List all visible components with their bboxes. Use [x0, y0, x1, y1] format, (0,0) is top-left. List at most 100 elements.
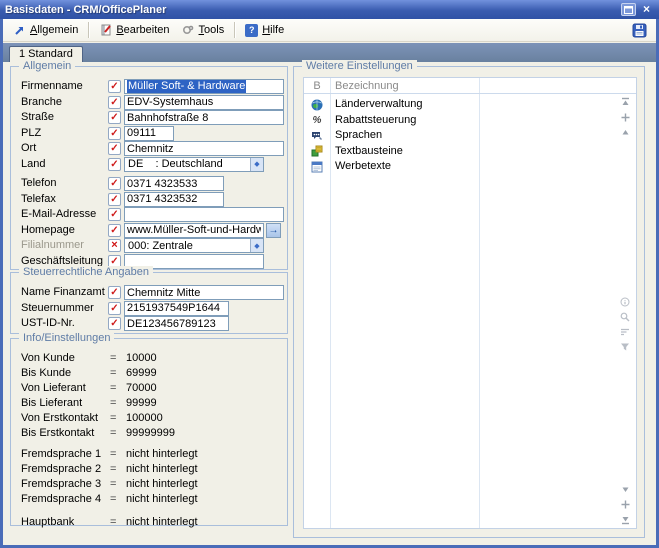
scroll-up-icon[interactable] [619, 126, 631, 138]
edit-check-icon[interactable]: ✓ [108, 286, 121, 299]
column-header-b[interactable]: B [304, 78, 330, 94]
text-blocks-icon [310, 145, 324, 158]
edit-check-icon[interactable]: ✓ [108, 158, 121, 171]
scroll-down-icon[interactable] [619, 483, 631, 495]
column-header-bezeichnung[interactable]: Bezeichnung [335, 78, 399, 94]
scroll-up-page-icon[interactable] [619, 111, 631, 123]
field-email: E-Mail-Adresse ✓ [11, 207, 289, 222]
info-row-von-kunde: Von Kunde = 10000 [11, 351, 289, 366]
info-row-fremdsprache-1: Fremdsprache 1 = nicht hinterlegt [11, 447, 289, 462]
edit-check-icon[interactable]: ✓ [108, 302, 121, 315]
menu-label: Hilfe [262, 24, 284, 36]
group-title: Info/Einstellungen [19, 332, 114, 344]
field-telefax: Telefax ✓ [11, 192, 289, 207]
info-icon[interactable] [619, 296, 631, 308]
filialnummer-select[interactable]: 000: Zentrale ◆ [124, 238, 264, 253]
info-row-von-erstkontakt: Von Erstkontakt = 100000 [11, 411, 289, 426]
info-row-bis-erstkontakt: Bis Erstkontakt = 99999999 [11, 426, 289, 441]
branche-input[interactable] [124, 95, 284, 110]
globe-icon [310, 98, 324, 111]
info-row-fremdsprache-4: Fremdsprache 4 = nicht hinterlegt [11, 492, 289, 507]
arrow-up-right-icon [13, 24, 26, 37]
menu-bearbeiten[interactable]: Bearbeiten [93, 22, 175, 39]
field-finanzamt: Name Finanzamt ✓ [11, 285, 289, 300]
open-url-icon[interactable]: → [266, 223, 281, 238]
filter-icon[interactable] [619, 341, 631, 353]
field-telefon: Telefon ✓ [11, 176, 289, 191]
homepage-input[interactable] [124, 223, 264, 238]
strasse-input[interactable] [124, 110, 284, 125]
menu-label: Tools [199, 24, 225, 36]
menu-toolbar: Allgemein Bearbeiten Tools ? Hilfe [3, 19, 656, 42]
info-row-fremdsprache-3: Fremdsprache 3 = nicht hinterlegt [11, 477, 289, 492]
menu-allgemein[interactable]: Allgemein [7, 22, 84, 39]
toolbar-separator [88, 22, 89, 38]
field-ort: Ort ✓ [11, 141, 289, 156]
gear-icon [182, 24, 195, 37]
list-item-laenderverwaltung[interactable]: Länderverwaltung [304, 97, 604, 112]
toolbar-separator [234, 22, 235, 38]
scroll-to-bottom-icon[interactable] [619, 513, 631, 525]
firmenname-input[interactable]: Müller Soft- & Hardware [124, 79, 284, 94]
list-header: B Bezeichnung [304, 78, 636, 94]
edit-check-icon[interactable]: ✓ [108, 96, 121, 109]
info-row-hauptbank: Hauptbank = nicht hinterlegt [11, 515, 289, 530]
email-input[interactable] [124, 207, 284, 222]
steuernummer-input[interactable] [124, 301, 229, 316]
edit-check-icon[interactable]: ✓ [108, 177, 121, 190]
edit-check-icon[interactable]: ✓ [108, 111, 121, 124]
info-row-bis-lieferant: Bis Lieferant = 99999 [11, 396, 289, 411]
field-ustid: UST-ID-Nr. ✓ [11, 316, 289, 331]
window-title: Basisdaten - CRM/OfficePlaner [5, 4, 618, 16]
restore-icon [624, 6, 633, 14]
scroll-down-page-icon[interactable] [619, 498, 631, 510]
content-area: Allgemein Firmenname ✓ Müller Soft- & Ha… [3, 62, 656, 545]
ustid-input[interactable] [124, 316, 229, 331]
group-weitere-einstellungen: Weitere Einstellungen B Bezeichnung Länd… [293, 66, 645, 538]
scroll-to-top-icon[interactable] [619, 96, 631, 108]
plz-input[interactable] [124, 126, 174, 141]
field-branche: Branche ✓ [11, 95, 289, 110]
edit-check-icon[interactable]: ✓ [108, 208, 121, 221]
edit-check-icon[interactable]: ✓ [108, 224, 121, 237]
ort-input[interactable] [124, 141, 284, 156]
finanzamt-input[interactable] [124, 285, 284, 300]
search-icon[interactable] [619, 311, 631, 323]
sort-icon[interactable] [619, 326, 631, 338]
edit-check-icon[interactable]: ✓ [108, 80, 121, 93]
menu-hilfe[interactable]: ? Hilfe [239, 22, 290, 39]
land-select[interactable]: DE : Deutschland ◆ [124, 157, 264, 172]
close-button[interactable]: × [639, 3, 654, 16]
group-title: Weitere Einstellungen [302, 60, 417, 72]
edit-check-icon[interactable]: ✓ [108, 142, 121, 155]
list-item-sprachen[interactable]: Sprachen [304, 128, 604, 143]
spinner-icon[interactable]: ◆ [250, 239, 263, 252]
edit-check-icon[interactable]: ✓ [108, 127, 121, 140]
languages-icon [310, 129, 324, 142]
list-item-rabattsteuerung[interactable]: % Rabattsteuerung [304, 113, 604, 128]
notebook-pencil-icon [99, 24, 112, 37]
group-title: Allgemein [19, 60, 75, 72]
edit-check-icon[interactable]: ✓ [108, 317, 121, 330]
help-icon: ? [245, 24, 258, 37]
edit-check-icon[interactable]: ✓ [108, 193, 121, 206]
info-row-von-lieferant: Von Lieferant = 70000 [11, 381, 289, 396]
field-land: Land ✓ DE : Deutschland ◆ [11, 157, 289, 172]
spinner-icon[interactable]: ◆ [250, 158, 263, 171]
ad-text-icon [310, 160, 324, 173]
field-homepage: Homepage ✓ → [11, 223, 289, 238]
save-button[interactable] [628, 21, 650, 40]
info-row-bis-kunde: Bis Kunde = 69999 [11, 366, 289, 381]
list-item-textbausteine[interactable]: Textbausteine [304, 144, 604, 159]
field-firmenname: Firmenname ✓ Müller Soft- & Hardware [11, 79, 289, 94]
field-steuernummer: Steuernummer ✓ [11, 301, 289, 316]
telefax-input[interactable] [124, 192, 224, 207]
menu-tools[interactable]: Tools [176, 22, 231, 39]
telefon-input[interactable] [124, 176, 224, 191]
list-item-werbetexte[interactable]: Werbetexte [304, 159, 604, 174]
app-window: Basisdaten - CRM/OfficePlaner × Allgemei… [0, 0, 659, 548]
field-strasse: Straße ✓ [11, 110, 289, 125]
edit-x-icon[interactable]: × [108, 239, 121, 252]
info-row-fremdsprache-2: Fremdsprache 2 = nicht hinterlegt [11, 462, 289, 477]
restore-button[interactable] [621, 3, 636, 16]
